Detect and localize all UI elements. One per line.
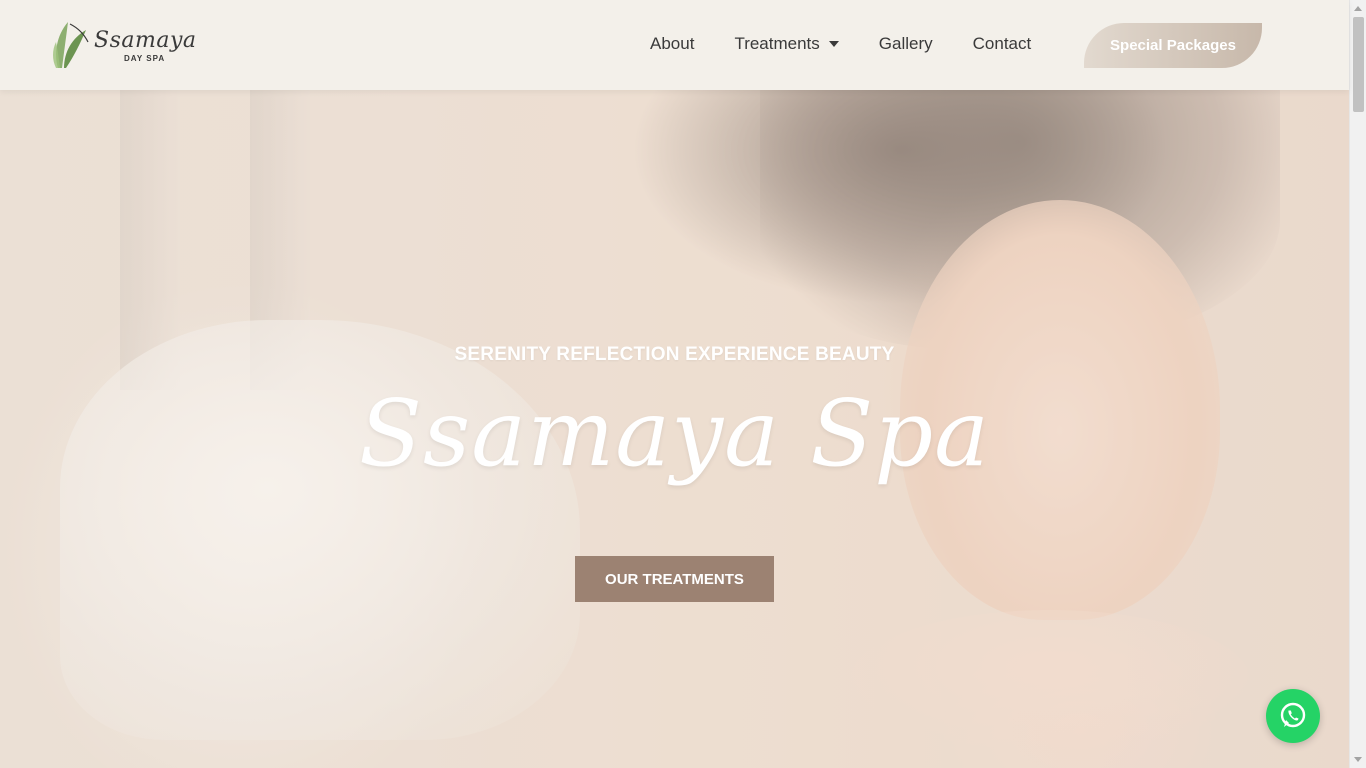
our-treatments-button[interactable]: OUR TREATMENTS [575, 556, 774, 602]
nav-gallery-label: Gallery [878, 34, 933, 53]
logo[interactable]: Ssamaya DAY SPA [50, 18, 200, 72]
hero-section: SERENITY REFLECTION EXPERIENCE BEAUTY Ss… [0, 90, 1349, 768]
nav-about-label: About [650, 34, 695, 53]
special-packages-button[interactable]: Special Packages [1084, 23, 1262, 68]
scroll-down-icon[interactable] [1354, 757, 1362, 762]
caret-down-icon [828, 41, 839, 47]
logo-wordmark: Ssamaya [94, 28, 197, 53]
scroll-up-icon[interactable] [1354, 6, 1362, 11]
logo-subtitle: DAY SPA [124, 54, 166, 63]
site-header: Ssamaya DAY SPA About Treatments Gallery… [0, 0, 1349, 90]
nav-contact[interactable]: Contact [973, 34, 1032, 54]
page: Ssamaya DAY SPA About Treatments Gallery… [0, 0, 1366, 768]
whatsapp-chat-button[interactable] [1266, 689, 1320, 743]
scrollbar-thumb[interactable] [1353, 17, 1364, 112]
main-nav: About Treatments Gallery Contact [650, 34, 1071, 54]
hero-tagline: SERENITY REFLECTION EXPERIENCE BEAUTY [454, 344, 895, 365]
nav-treatments[interactable]: Treatments [734, 34, 839, 54]
nav-contact-label: Contact [972, 34, 1032, 53]
lotus-leaf-icon [53, 22, 89, 68]
nav-treatments-label: Treatments [734, 34, 820, 53]
hero-title: Ssamaya Spa [358, 380, 990, 487]
whatsapp-icon [1280, 702, 1306, 728]
page-scrollbar[interactable] [1349, 0, 1366, 768]
nav-gallery[interactable]: Gallery [879, 34, 933, 54]
nav-about[interactable]: About [650, 34, 694, 54]
